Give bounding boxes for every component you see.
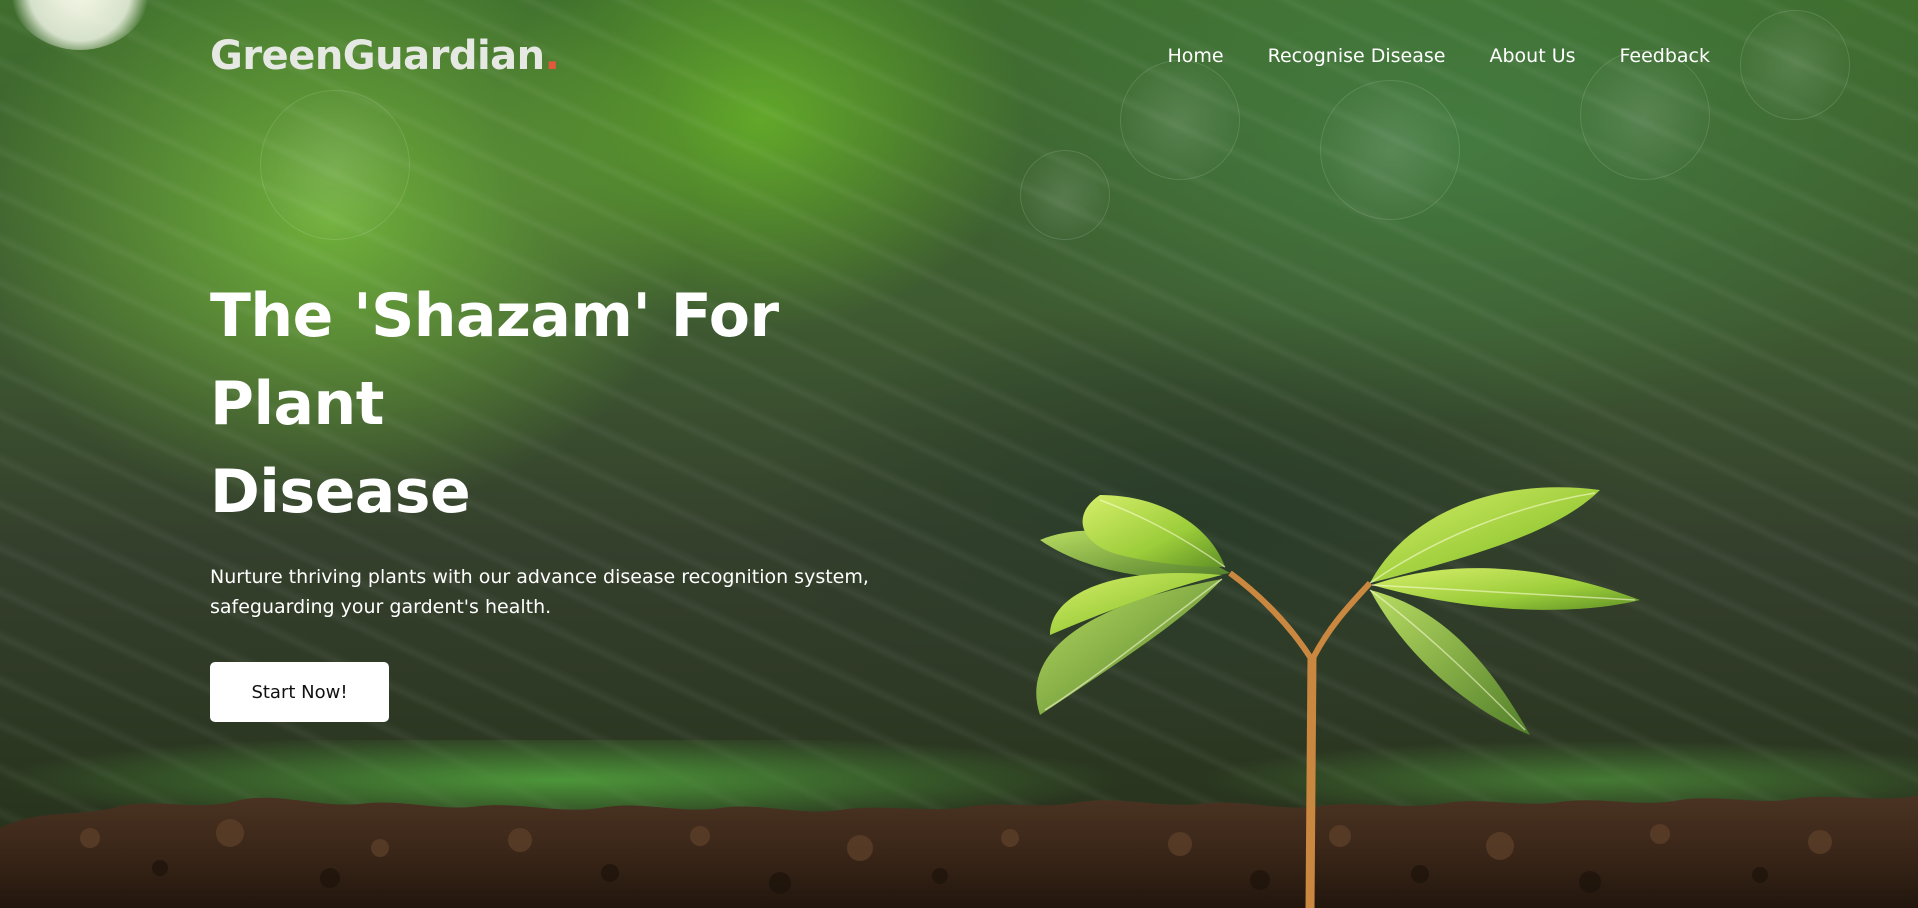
- hero-title-line-1: The 'Shazam' For Plant: [210, 281, 779, 439]
- nav-link-recognise-disease[interactable]: Recognise Disease: [1268, 45, 1446, 67]
- brand-dot: .: [544, 33, 560, 79]
- hero-section: The 'Shazam' For Plant Disease Nurture t…: [210, 272, 970, 722]
- nav-link-feedback[interactable]: Feedback: [1620, 45, 1710, 67]
- hero-title: The 'Shazam' For Plant Disease: [210, 272, 970, 536]
- hero-subtitle-line-1: Nurture thriving plants with our advance…: [210, 566, 869, 588]
- nav-link-about-us[interactable]: About Us: [1489, 45, 1575, 67]
- hero-subtitle-line-2: safeguarding your gardent's health.: [210, 596, 552, 618]
- start-now-button[interactable]: Start Now!: [210, 662, 389, 722]
- plant-sprout-illustration: [1036, 487, 1640, 908]
- brand-logo[interactable]: GreenGuardian.: [210, 33, 560, 79]
- hero-title-line-2: Disease: [210, 457, 471, 527]
- hero-subtitle: Nurture thriving plants with our advance…: [210, 562, 930, 622]
- top-navigation-bar: GreenGuardian. Home Recognise Disease Ab…: [210, 30, 1710, 82]
- brand-name: GreenGuardian: [210, 33, 545, 79]
- nav-links: Home Recognise Disease About Us Feedback: [1168, 45, 1710, 67]
- nav-link-home[interactable]: Home: [1168, 45, 1224, 67]
